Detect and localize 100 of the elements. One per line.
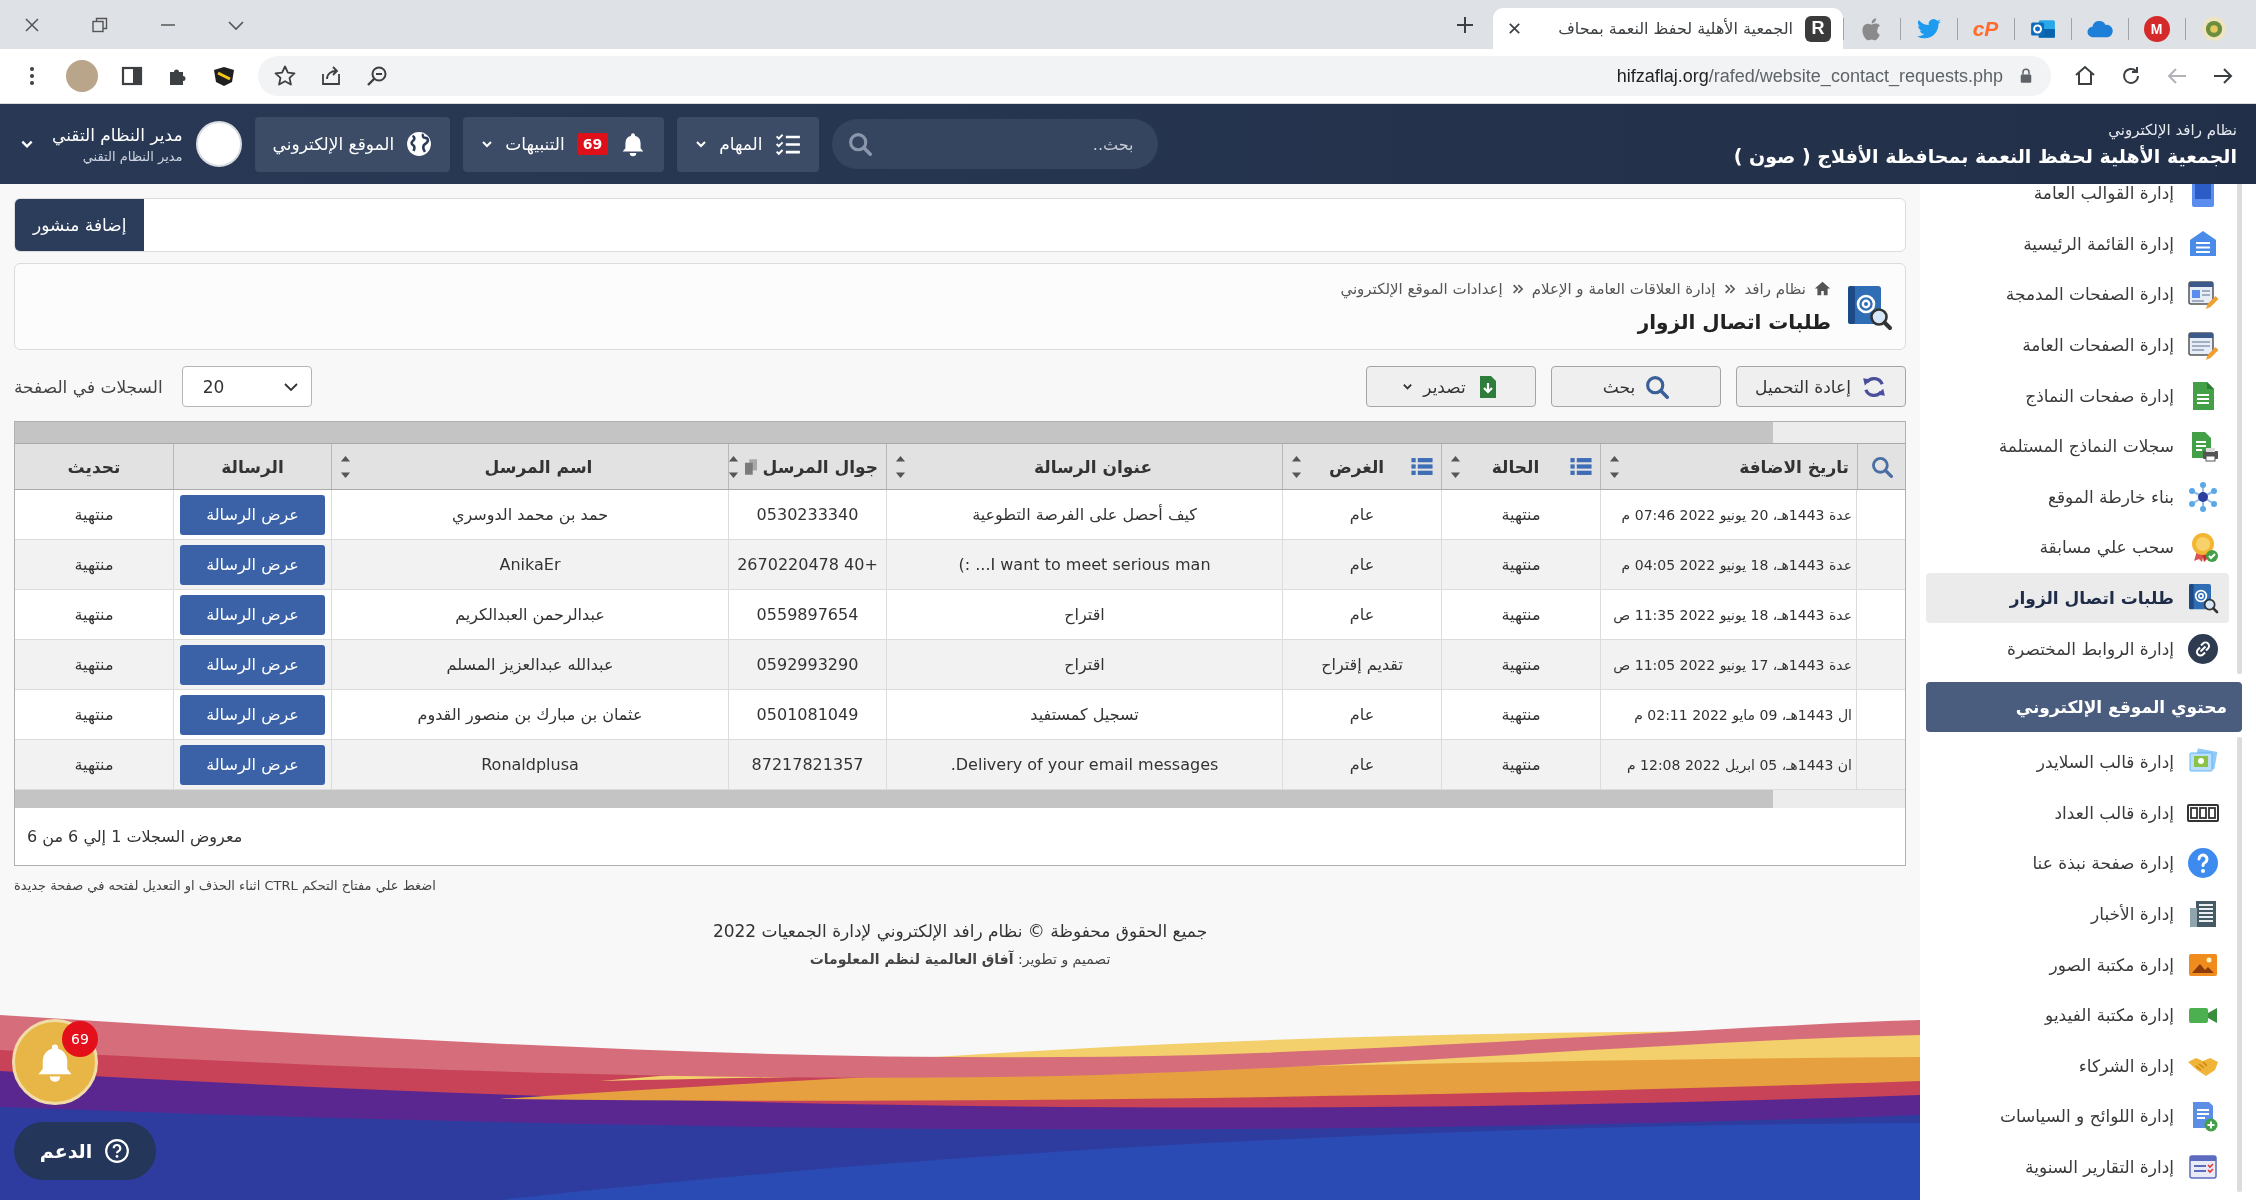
- sidebar-icon[interactable]: [120, 64, 144, 88]
- table-cell-text: منتهية: [73, 704, 115, 727]
- zoom-out-icon[interactable]: [365, 64, 389, 88]
- table-cell: كيف أحصل على الفرصة التطوعية: [886, 490, 1282, 539]
- records-summary: معروض السجلات 1 إلي 6 من 6: [27, 827, 243, 846]
- table-cell-text: منتهية: [73, 754, 115, 777]
- link-icon: [2187, 632, 2219, 665]
- organization-name: الجمعية الأهلية لحفظ النعمة بمحافظة الأفلاج ( صون ): [1733, 145, 2237, 167]
- site-logo: R: [1805, 15, 1831, 42]
- sidebar-item[interactable]: سحب علي مسابقة: [1926, 522, 2229, 573]
- breadcrumb-link[interactable]: إعدادات الموقع الإلكتروني: [1340, 279, 1503, 298]
- search-icon: [1645, 374, 1670, 399]
- notification-badge: 69: [576, 133, 609, 155]
- column-header[interactable]: جوال المرسل: [728, 444, 886, 489]
- scrollbar[interactable]: [2237, 736, 2242, 1193]
- newspaper-icon: [2187, 898, 2219, 930]
- table-cell: تقديم إقتراح: [1282, 640, 1441, 689]
- table-cell: منتهية: [1441, 690, 1600, 739]
- search-field[interactable]: بحث..: [831, 119, 1158, 169]
- home-icon[interactable]: [1814, 280, 1831, 297]
- globe-icon: [406, 131, 433, 157]
- list-icon[interactable]: [1411, 457, 1433, 476]
- page-edit-icon: [2187, 278, 2219, 311]
- table-cell: حمد بن محمد الدوسري: [331, 490, 728, 539]
- breadcrumb-link[interactable]: نظام رافد: [1744, 279, 1806, 298]
- table-cell: عام: [1282, 490, 1441, 539]
- sidebar-item[interactable]: إدارة مكتبة الفيديو: [1926, 989, 2229, 1041]
- view-message-button[interactable]: عرض الرسالة: [180, 544, 325, 585]
- table-cell: ان 1443هـ، 05 ابريل 2022 12:08 م: [1600, 740, 1857, 789]
- sidebar-item[interactable]: إدارة صفحة نبذة عنا: [1926, 838, 2229, 889]
- column-header[interactable]: عنوان الرسالة: [886, 444, 1282, 489]
- breadcrumb-link[interactable]: إدارة العلاقات العامة و الإعلام: [1531, 279, 1716, 298]
- page-size-label: السجلات في الصفحة: [14, 376, 163, 397]
- column-header[interactable]: الحالة: [1441, 444, 1600, 489]
- table-cell: منتهية: [1441, 540, 1600, 589]
- page-size-select[interactable]: 20: [181, 366, 312, 407]
- table-cell: عام: [1282, 590, 1441, 639]
- table-cell-text: منتهية: [73, 554, 115, 577]
- sidebar-item[interactable]: إدارة مكتبة الصور: [1926, 939, 2229, 990]
- star-icon[interactable]: [273, 64, 297, 88]
- search-button[interactable]: بحث: [1551, 366, 1721, 407]
- view-message-button[interactable]: عرض الرسالة: [180, 694, 325, 735]
- sidebar-item[interactable]: إدارة القوالب العامة: [1926, 184, 2229, 219]
- shield-icon[interactable]: [212, 64, 236, 88]
- add-post-button[interactable]: إضافة منشور: [15, 199, 145, 251]
- search-icon[interactable]: [1870, 455, 1893, 478]
- address-bar[interactable]: hifzaflaj.org/rafed/website_contact_requests.php: [258, 56, 2051, 96]
- view-message-button[interactable]: عرض الرسالة: [180, 494, 325, 535]
- table-cell: 0592993290: [728, 640, 886, 689]
- copyright-text: جميع الحقوق محفوظة © نظام رافد الإلكتروني لإدارة الجمعيات 2022: [712, 920, 1208, 942]
- sidebar-item[interactable]: إدارة الأخبار: [1926, 888, 2229, 940]
- credit-text: تصميم و تطوير: آفاق العالمية لنظم المعلومات: [809, 949, 1111, 969]
- emblem-icon: [2200, 15, 2227, 42]
- share-icon[interactable]: [319, 64, 343, 88]
- tasks-button[interactable]: المهام: [677, 116, 819, 172]
- table-cell: 87217821357: [728, 740, 886, 789]
- avatar[interactable]: [195, 121, 242, 167]
- table-cell-text: منتهية: [73, 604, 115, 627]
- copy-icon[interactable]: [744, 458, 757, 475]
- sidebar-item[interactable]: إدارة القائمة الرئيسية: [1926, 218, 2229, 270]
- close-icon[interactable]: [1507, 21, 1522, 36]
- sidebar-section-header[interactable]: محتوي الموقع الإلكتروني: [1926, 681, 2242, 732]
- view-message-button[interactable]: عرض الرسالة: [180, 744, 325, 785]
- contact-book-icon: [2187, 582, 2219, 615]
- sidebar-item[interactable]: إدارة الروابط المختصرة: [1926, 623, 2229, 674]
- sidebar-item[interactable]: سجلات النماذج المستلمة: [1926, 420, 2229, 472]
- list-icon[interactable]: [1570, 457, 1592, 476]
- view-message-button[interactable]: عرض الرسالة: [180, 644, 325, 685]
- column-header[interactable]: الغرض: [1282, 444, 1441, 489]
- sidebar-item[interactable]: بناء خارطة الموقع: [1926, 471, 2229, 523]
- export-button[interactable]: تصدير: [1366, 366, 1536, 407]
- table-cell: منتهية: [1441, 740, 1600, 789]
- sidebar-item[interactable]: إدارة الصفحات العامة: [1926, 319, 2229, 371]
- sidebar-item[interactable]: إدارة قالب العداد: [1926, 787, 2229, 839]
- search-icon[interactable]: [847, 132, 872, 156]
- sidebar-item[interactable]: طلبات اتصال الزوار: [1926, 572, 2229, 624]
- column-header[interactable]: اسم المرسل: [331, 444, 728, 489]
- column-header[interactable]: تاريخ الاضافة: [1600, 444, 1857, 489]
- sidebar-item[interactable]: إدارة الصفحات المدمجة: [1926, 269, 2229, 320]
- table-cell: 0559897654: [728, 590, 886, 639]
- sidebar-item[interactable]: إدارة اللوائح و السياسات: [1926, 1091, 2229, 1142]
- help-icon: [2187, 847, 2219, 880]
- reload-button[interactable]: إعادة التحميل: [1736, 366, 1906, 407]
- table-cell-text: منتهية: [73, 504, 115, 527]
- scrollbar[interactable]: [2237, 184, 2242, 674]
- table-cell: عدة 1443هـ، 18 يونيو 2022 04:05 م: [1600, 540, 1857, 589]
- user-role: مدير النظام التقني: [82, 148, 183, 164]
- home-icon[interactable]: [2073, 64, 2097, 88]
- plus-icon[interactable]: [1455, 14, 1475, 35]
- table-cell: عام: [1282, 740, 1441, 789]
- sidebar-item[interactable]: إدارة صفحات النماذج: [1926, 370, 2229, 421]
- keyboard-hint: اضغط علي مفتاح التحكم CTRL اثناء الحذف او التعديل لفتحه في صفحة جديدة: [14, 877, 436, 895]
- support-button[interactable]: الدعم: [14, 1122, 156, 1180]
- network-icon: [2187, 480, 2219, 513]
- browser-tab[interactable]: M: [2128, 8, 2185, 49]
- sidebar-item[interactable]: إدارة الشركاء: [1926, 1040, 2229, 1092]
- sidebar-item[interactable]: إدارة التقارير السنوية: [1926, 1141, 2229, 1193]
- sidebar-item[interactable]: إدارة قالب السلايدر: [1926, 736, 2229, 788]
- website-button[interactable]: الموقع الإلكتروني: [254, 116, 451, 172]
- view-message-button[interactable]: عرض الرسالة: [180, 594, 325, 635]
